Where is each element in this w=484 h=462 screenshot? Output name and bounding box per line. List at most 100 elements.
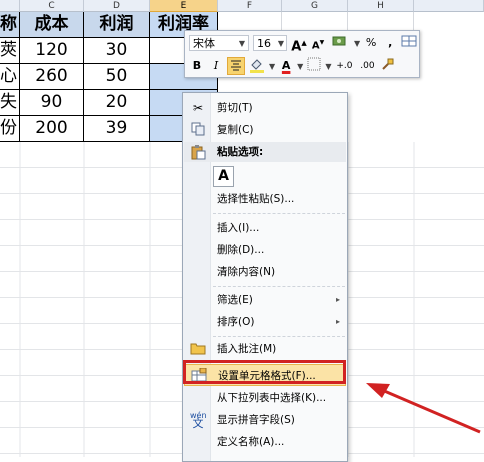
menu-item-label: 粘贴选项:: [217, 146, 264, 158]
menu-item-paste-special[interactable]: 选择性粘贴(S)...: [184, 188, 346, 210]
menu-item-label: 插入批注(M): [217, 343, 277, 355]
menu-item-label: 删除(D)...: [217, 244, 265, 256]
menu-item-copy[interactable]: 复制(C): [184, 119, 346, 141]
shrink-font-icon: A: [311, 40, 320, 52]
menu-item-clear-contents[interactable]: 清除内容(N): [184, 261, 346, 283]
font-size-value: 16: [257, 37, 271, 50]
decrease-decimal-button[interactable]: .00: [357, 57, 377, 75]
menu-item-label: 排序(O): [217, 316, 255, 328]
menu-item-pick-from-list[interactable]: 从下拉列表中选择(K)...: [184, 387, 346, 409]
phonetic-icon: wén 文: [190, 411, 207, 430]
column-header-d[interactable]: D: [84, 0, 150, 12]
menu-item-label: 从下拉列表中选择(K)...: [217, 392, 327, 404]
name-cell[interactable]: 心: [0, 64, 20, 90]
menu-item-label: 定义名称(A)...: [217, 436, 285, 448]
submenu-arrow-icon: ▸: [335, 295, 340, 304]
font-name-value: 宋体: [193, 37, 215, 50]
copy-icon: [190, 122, 206, 138]
folder-note-icon: [190, 341, 206, 357]
header-cell-cost[interactable]: 成本: [20, 12, 84, 38]
chevron-down-icon[interactable]: ▼: [269, 62, 275, 71]
profit-cell[interactable]: 39: [84, 116, 150, 142]
chevron-down-icon[interactable]: ▼: [297, 62, 303, 71]
menu-separator: [213, 336, 345, 337]
name-cell[interactable]: 莢: [0, 38, 20, 64]
paste-values-button[interactable]: A: [213, 166, 234, 187]
bold-button[interactable]: B: [189, 57, 205, 75]
chevron-down-icon: ▼: [277, 39, 284, 48]
header-cell-name[interactable]: 称: [0, 12, 20, 38]
menu-item-phonetic-field[interactable]: wén 文 显示拼音字段(S): [184, 409, 346, 431]
center-align-button[interactable]: [227, 57, 245, 75]
profit-cell[interactable]: 50: [84, 64, 150, 90]
menu-separator: [213, 286, 345, 287]
fill-color-button[interactable]: [248, 57, 266, 75]
annotation-arrow: [366, 383, 481, 434]
menu-item-sort[interactable]: 排序(O) ▸: [184, 311, 346, 333]
comma-button[interactable]: ,: [382, 34, 398, 52]
menu-separator: [213, 213, 345, 214]
percent-button[interactable]: %: [363, 34, 379, 52]
mini-toolbar-row-1: 宋体 ▼ 16 ▼ A▲ A▼ ▼ % ,: [189, 33, 420, 55]
paste-options-header: 粘贴选项:: [184, 142, 346, 162]
grow-font-button[interactable]: A▲: [291, 34, 307, 55]
menu-item-insert-comment[interactable]: 插入批注(M): [184, 338, 346, 360]
merge-cells-icon: [401, 35, 417, 47]
grow-font-icon: A: [291, 39, 302, 55]
column-header-blank: [414, 0, 484, 12]
font-name-select[interactable]: 宋体 ▼: [189, 35, 249, 51]
menu-item-label: 显示拼音字段(S): [217, 414, 295, 426]
accounting-format-button[interactable]: [329, 34, 351, 52]
cost-cell[interactable]: 120: [20, 38, 84, 64]
accounting-icon: [332, 36, 346, 46]
menu-item-label: 插入(I)...: [217, 222, 260, 234]
column-header-c[interactable]: C: [20, 0, 84, 12]
cost-cell[interactable]: 200: [20, 116, 84, 142]
clipboard-icon: [190, 144, 206, 167]
profit-cell[interactable]: 30: [84, 38, 150, 64]
column-header-g[interactable]: G: [282, 0, 348, 12]
menu-item-label: 清除内容(N): [217, 266, 276, 278]
row-header-corner[interactable]: [0, 0, 20, 12]
font-color-button[interactable]: A: [278, 57, 294, 75]
menu-item-label: 筛选(E): [217, 294, 253, 306]
chevron-down-icon[interactable]: ▼: [354, 39, 360, 48]
menu-item-filter[interactable]: 筛选(E) ▸: [184, 289, 346, 311]
menu-item-define-name[interactable]: 定义名称(A)...: [184, 431, 346, 453]
profit-cell[interactable]: 20: [84, 90, 150, 116]
header-cell-profit[interactable]: 利润: [84, 12, 150, 38]
cost-cell[interactable]: 90: [20, 90, 84, 116]
format-painter-grid-button[interactable]: [401, 34, 417, 52]
align-center-icon: [231, 60, 241, 71]
column-header-e[interactable]: E: [150, 0, 218, 12]
format-painter-button[interactable]: [380, 57, 396, 75]
mini-format-toolbar: 宋体 ▼ 16 ▼ A▲ A▼ ▼ % , B I ▼ A ▼ ▼ +.0 .0…: [184, 30, 420, 78]
scissors-icon: ✂: [192, 101, 204, 115]
column-header-f[interactable]: F: [218, 0, 282, 12]
annotation-highlight-box: [183, 360, 346, 384]
italic-button[interactable]: I: [208, 57, 224, 75]
menu-item-insert[interactable]: 插入(I)...: [184, 217, 346, 239]
submenu-arrow-icon: ▸: [335, 317, 340, 326]
paint-bucket-icon: [250, 59, 264, 73]
shrink-font-button[interactable]: A▼: [310, 34, 326, 52]
font-size-select[interactable]: 16 ▼: [253, 35, 287, 51]
context-menu: ✂ 剪切(T) 复制(C) 粘贴选项: A 选择性粘贴(S)... 插入(I).…: [182, 92, 348, 462]
increase-decimal-button[interactable]: +.0: [334, 57, 354, 75]
chevron-down-icon: ▼: [238, 39, 245, 48]
borders-button[interactable]: [306, 57, 322, 75]
paintbrush-icon: [382, 58, 394, 70]
menu-item-cut[interactable]: ✂ 剪切(T): [184, 97, 346, 119]
name-cell[interactable]: 份: [0, 116, 20, 142]
name-cell[interactable]: 失: [0, 90, 20, 116]
menu-item-label: 剪切(T): [217, 102, 253, 114]
cost-cell[interactable]: 260: [20, 64, 84, 90]
menu-item-label: 复制(C): [217, 124, 254, 136]
menu-item-delete[interactable]: 删除(D)...: [184, 239, 346, 261]
column-header-h[interactable]: H: [348, 0, 414, 12]
borders-icon: [307, 57, 321, 71]
chevron-down-icon[interactable]: ▼: [325, 62, 331, 71]
menu-item-label: 选择性粘贴(S)...: [217, 193, 295, 205]
mini-toolbar-row-2: B I ▼ A ▼ ▼ +.0 .00: [189, 56, 399, 76]
font-color-icon: A: [281, 59, 291, 72]
